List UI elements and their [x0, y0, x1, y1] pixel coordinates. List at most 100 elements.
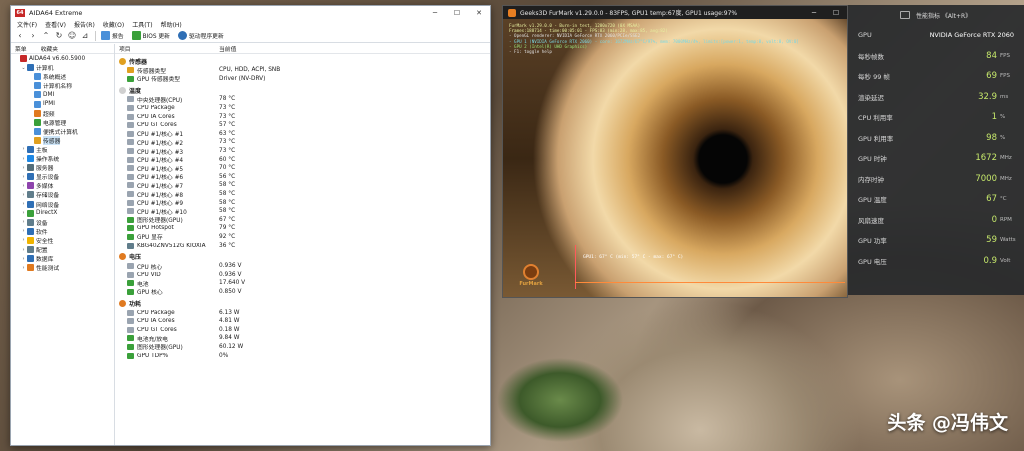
sensor-row[interactable]: CPU IA Cores 4.81 W [115, 317, 490, 326]
expand-icon[interactable]: › [20, 247, 27, 253]
sensor-row[interactable]: CPU Package 6.13 W [115, 308, 490, 317]
sensor-row[interactable]: CPU #1/核心 #4 60 °C [115, 155, 490, 164]
tree-item[interactable]: 计算机名称 [11, 81, 114, 90]
tree-item[interactable]: 电源管理 [11, 118, 114, 127]
menu-item[interactable]: 文件(F) [17, 20, 37, 29]
maximize-icon[interactable]: ☐ [825, 6, 847, 19]
navigation-tree-pane[interactable]: 菜单 收藏夹 AIDA64 v6.60.5900 ⌄ 计算机 系统概述 计算机名称 DMI… [11, 44, 115, 445]
tree-item[interactable]: 传感器 [11, 135, 114, 145]
tree-item[interactable]: 超频 [11, 109, 114, 118]
sensor-row[interactable]: CPU #1/核心 #7 58 °C [115, 181, 490, 190]
tree-item[interactable]: › 网络设备 [11, 200, 114, 209]
sensor-row[interactable]: CPU VID 0.936 V [115, 270, 490, 279]
bios-update-button[interactable]: BIOS 更新 [131, 31, 170, 40]
tree-item[interactable]: › 主板 [11, 145, 114, 154]
sensor-row[interactable]: GPU Hotspot 79 °C [115, 224, 490, 233]
sensor-row[interactable]: GPU TDP% 0% [115, 351, 490, 360]
expand-icon[interactable]: ⌄ [20, 65, 27, 71]
tree-item[interactable]: DMI [11, 90, 114, 99]
sensor-row[interactable]: CPU #1/核心 #5 70 °C [115, 164, 490, 173]
furmark-titlebar[interactable]: Geeks3D FurMark v1.29.0.0 - 83FPS, GPU1 … [503, 6, 847, 19]
sensor-row[interactable]: CPU 核心 0.936 V [115, 262, 490, 271]
sensor-row[interactable]: CPU #1/核心 #9 58 °C [115, 198, 490, 207]
aida64-window[interactable]: 64 AIDA64 Extreme ─ ☐ ✕ 文件(F) 查看(V) 报告(R) 收… [10, 5, 491, 446]
column-header-item[interactable]: 项目 [115, 44, 219, 53]
expand-icon[interactable]: › [20, 265, 27, 271]
minimize-icon[interactable]: ─ [803, 6, 825, 19]
sensor-row[interactable]: GPU 传感器类型 Driver (NV-DRV) [115, 75, 490, 83]
sensor-row[interactable]: 电池 17.640 V [115, 279, 490, 288]
tree-item[interactable]: › DirectX [11, 209, 114, 218]
tab-menu[interactable]: 菜单 [15, 44, 27, 53]
refresh-icon[interactable]: ↻ [54, 31, 64, 41]
tree-item[interactable]: › 多媒体 [11, 181, 114, 190]
tree-item[interactable]: ⌄ 计算机 [11, 63, 114, 72]
expand-icon[interactable]: › [20, 237, 27, 243]
sensor-row[interactable]: CPU Package 73 °C [115, 104, 490, 113]
sensor-row[interactable]: CPU #1/核心 #10 58 °C [115, 207, 490, 216]
sensor-row[interactable]: 传感器类型 CPU, HDD, ACPI, SNB [115, 66, 490, 75]
tree-item[interactable]: › 数据库 [11, 254, 114, 263]
details-pane[interactable]: 项目 当前值 传感器 传感器类型 CPU, HDD, ACPI, SNB GPU 传感… [115, 44, 490, 445]
sensor-row[interactable]: GPU 显存 92 °C [115, 233, 490, 241]
tree-item[interactable]: › 设备 [11, 218, 114, 227]
menu-item[interactable]: 收藏(O) [103, 20, 124, 29]
furmark-window[interactable]: Geeks3D FurMark v1.29.0.0 - 83FPS, GPU1 … [502, 5, 848, 298]
aida64-titlebar[interactable]: 64 AIDA64 Extreme ─ ☐ ✕ [11, 6, 490, 19]
menu-item[interactable]: 报告(R) [74, 20, 95, 29]
maximize-icon[interactable]: ☐ [446, 6, 468, 19]
tree-item[interactable]: › 性能测试 [11, 263, 114, 272]
expand-icon[interactable]: › [20, 156, 27, 162]
tree-item[interactable]: › 软件 [11, 227, 114, 236]
sensor-row[interactable]: CPU IA Cores 73 °C [115, 112, 490, 121]
user-icon[interactable]: ☺ [67, 31, 77, 41]
tree-item[interactable]: › 安全性 [11, 236, 114, 245]
tree-item[interactable]: › 存储设备 [11, 190, 114, 199]
sensor-row[interactable]: KBG40ZNV512G KIOXIA 36 °C [115, 241, 490, 250]
expand-icon[interactable]: › [20, 192, 27, 198]
up-icon[interactable]: ⌃ [41, 31, 51, 41]
report-button[interactable]: 报告 [101, 31, 124, 40]
chart-icon[interactable]: ⊿ [80, 31, 90, 41]
menu-item[interactable]: 帮助(H) [161, 20, 182, 29]
tab-favorites[interactable]: 收藏夹 [41, 44, 58, 53]
tree-item[interactable]: › 显示设备 [11, 172, 114, 181]
tree-item[interactable]: › 服务器 [11, 163, 114, 172]
tree-item[interactable]: 便携式计算机 [11, 127, 114, 136]
column-header-value[interactable]: 当前值 [219, 44, 236, 53]
menu-item[interactable]: 查看(V) [45, 20, 66, 29]
forward-icon[interactable]: › [28, 31, 38, 41]
sensor-row[interactable]: 中央处理器(CPU) 78 °C [115, 95, 490, 104]
sensor-row[interactable]: 图形处理器(GPU) 60.12 W [115, 343, 490, 351]
expand-icon[interactable]: › [20, 183, 27, 189]
expand-icon[interactable]: › [20, 146, 27, 152]
expand-icon[interactable]: › [20, 210, 27, 216]
sensor-row[interactable]: CPU #1/核心 #6 56 °C [115, 173, 490, 181]
tree-item[interactable]: AIDA64 v6.60.5900 [11, 54, 114, 63]
minimize-icon[interactable]: ─ [424, 6, 446, 19]
tree-item[interactable]: › 配置 [11, 245, 114, 254]
sensor-icon [127, 335, 134, 342]
sensor-row[interactable]: 图形处理器(GPU) 67 °C [115, 216, 490, 224]
sensor-row[interactable]: CPU #1/核心 #8 58 °C [115, 190, 490, 199]
expand-icon[interactable]: › [20, 219, 27, 225]
sensor-row[interactable]: CPU #1/核心 #1 63 °C [115, 130, 490, 138]
sensor-row[interactable]: GPU 核心 0.850 V [115, 288, 490, 296]
sensor-row[interactable]: CPU #1/核心 #2 73 °C [115, 138, 490, 147]
back-icon[interactable]: ‹ [15, 31, 25, 41]
expand-icon[interactable]: › [20, 256, 27, 262]
driver-update-button[interactable]: 驱动程序更新 [177, 31, 224, 40]
sensor-row[interactable]: CPU GT Cores 57 °C [115, 121, 490, 130]
close-icon[interactable]: ✕ [468, 6, 490, 19]
tree-item[interactable]: 系统概述 [11, 72, 114, 81]
expand-icon[interactable]: › [20, 228, 27, 234]
sensor-row[interactable]: CPU GT Cores 0.18 W [115, 325, 490, 334]
menu-item[interactable]: 工具(T) [132, 20, 152, 29]
expand-icon[interactable]: › [20, 165, 27, 171]
tree-item[interactable]: › 操作系统 [11, 154, 114, 163]
expand-icon[interactable]: › [20, 201, 27, 207]
expand-icon[interactable]: › [20, 174, 27, 180]
sensor-row[interactable]: CPU #1/核心 #3 73 °C [115, 147, 490, 156]
tree-item[interactable]: IPMI [11, 99, 114, 108]
sensor-row[interactable]: 电池充/放电 9.84 W [115, 334, 490, 343]
